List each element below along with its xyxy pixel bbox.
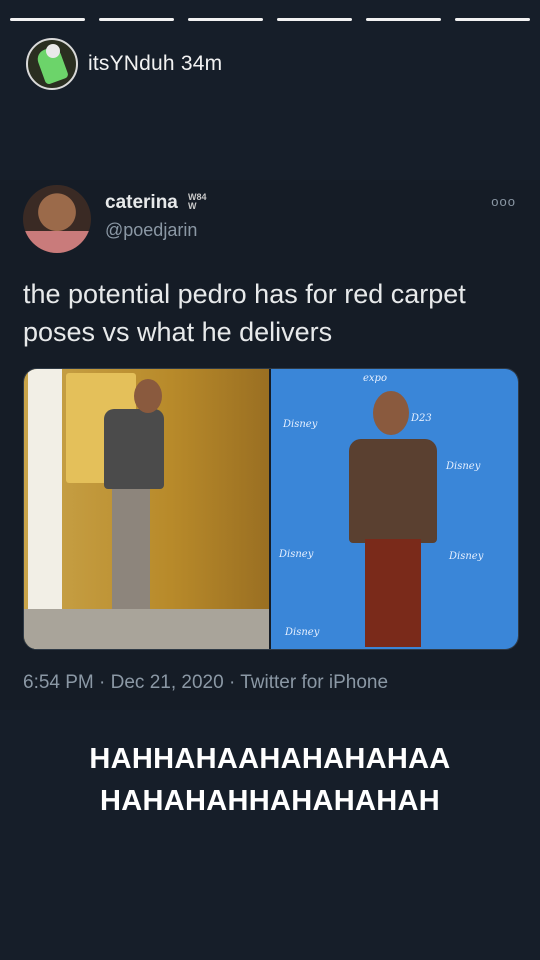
- tweet-avatar: [23, 185, 91, 253]
- story-avatar[interactable]: [26, 38, 78, 90]
- tweet-display-name: caterina: [105, 192, 178, 213]
- person-legs: [112, 489, 150, 609]
- person-head: [134, 379, 162, 413]
- expo-logo: expo: [363, 373, 387, 384]
- d23-logo: D23: [411, 413, 432, 424]
- disney-logo: Disney: [279, 549, 314, 560]
- photo-right: Disney Disney Disney Disney Disney expo …: [271, 369, 518, 649]
- more-options-icon: ooo: [491, 194, 516, 209]
- disney-logo: Disney: [449, 551, 484, 562]
- person-shirt: [349, 439, 437, 543]
- tweet-text: the potential pedro has for red carpet p…: [23, 279, 466, 347]
- story-time: 34m: [180, 52, 223, 75]
- disney-logo: Disney: [283, 419, 318, 430]
- progress-segment: [188, 18, 263, 21]
- photo-floor: [24, 609, 269, 649]
- tweet-screenshot: caterina W84 W @poedjarin ooo the potent…: [0, 180, 540, 710]
- photo-left: [24, 369, 269, 649]
- caption-line-1: HAHHAHAAHAHAHAHAA: [89, 743, 451, 775]
- tweet-source: Twitter for iPhone: [240, 672, 389, 693]
- tweet-meta: 6:54 PM · Dec 21, 2020 · Twitter for iPh…: [23, 672, 388, 694]
- disney-logo: Disney: [446, 461, 481, 472]
- person-head: [373, 391, 409, 435]
- person-pants: [365, 539, 421, 647]
- progress-segment: [277, 18, 352, 21]
- avatar-shirt: [23, 231, 91, 253]
- story-username[interactable]: itsYNduh: [88, 52, 175, 75]
- story-progress-bar: [10, 18, 530, 21]
- caption-line-2: HAHAHAHHAHAHAHAH: [100, 785, 440, 817]
- tweet-name-badge: W84 W: [188, 193, 207, 211]
- progress-segment: [99, 18, 174, 21]
- progress-segment: [455, 18, 530, 21]
- progress-segment: [366, 18, 441, 21]
- person-torso: [104, 409, 164, 489]
- progress-segment: [10, 18, 85, 21]
- story-user-line[interactable]: itsYNduh 34m: [88, 52, 222, 76]
- badge-bottom: W: [188, 201, 197, 211]
- story-header[interactable]: itsYNduh 34m: [26, 38, 222, 90]
- story-caption: HAHHAHAAHAHAHAHAA HAHAHAHHAHAHAHAH: [0, 738, 540, 822]
- tweet-timestamp: 6:54 PM · Dec 21, 2020: [23, 672, 224, 693]
- tweet-media: Disney Disney Disney Disney Disney expo …: [23, 368, 519, 650]
- meta-separator: ·: [228, 672, 241, 693]
- avatar-figure-head: [46, 44, 60, 58]
- tweet-handle: @poedjarin: [105, 220, 198, 240]
- photo-door: [28, 369, 62, 649]
- disney-logo: Disney: [285, 627, 320, 638]
